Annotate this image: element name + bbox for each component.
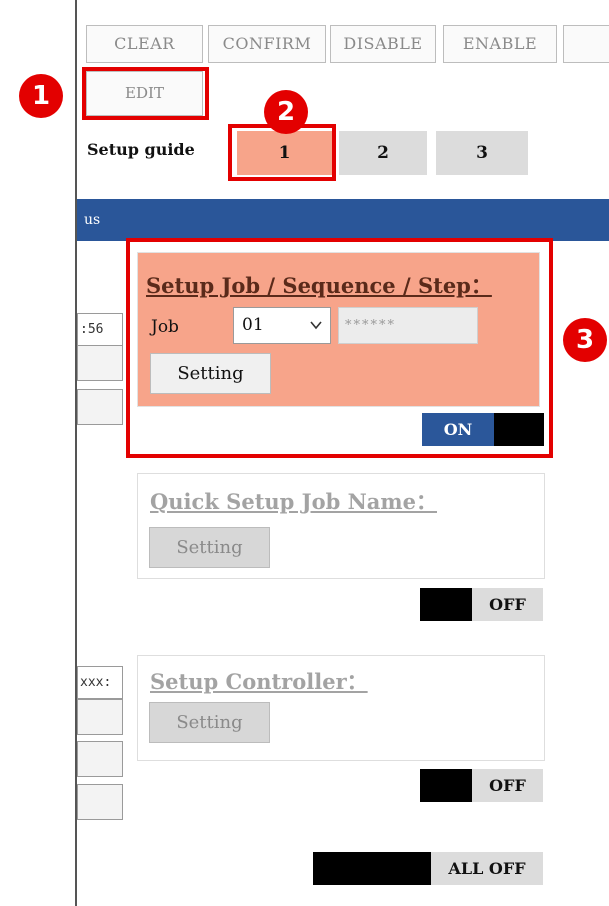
confirm-button[interactable]: CONFIRM xyxy=(208,25,326,63)
setup-step-2-button[interactable]: 2 xyxy=(339,131,427,175)
setup-controller-toggle-off[interactable]: OFF xyxy=(472,769,543,802)
setup-controller-title: Setup Controller： xyxy=(150,669,368,694)
annotation-marker-3: 3 xyxy=(563,318,607,362)
annotation-marker-2: 2 xyxy=(264,90,308,134)
setup-controller-setting-button[interactable]: Setting xyxy=(149,702,270,743)
left-panel-box[interactable] xyxy=(77,699,123,735)
left-panel-box[interactable] xyxy=(77,345,123,381)
setup-guide-label: Setup guide xyxy=(87,140,195,159)
quick-setup-title: Quick Setup Job Name： xyxy=(150,489,437,514)
left-panel-box[interactable] xyxy=(77,784,123,820)
left-time-field[interactable]: :56 xyxy=(77,313,123,346)
status-bar: us xyxy=(77,199,609,241)
all-off-toggle-knob[interactable] xyxy=(313,852,431,885)
toolbar-overflow-button[interactable] xyxy=(563,25,609,63)
quick-setup-toggle-off[interactable]: OFF xyxy=(472,588,543,621)
all-off-toggle[interactable]: ALL OFF xyxy=(431,852,543,885)
left-value-field[interactable]: xxx: xyxy=(77,666,123,699)
clear-button[interactable]: CLEAR xyxy=(86,25,203,63)
left-panel-box[interactable] xyxy=(77,389,123,425)
setup-controller-toggle-knob[interactable] xyxy=(420,769,472,802)
annotation-frame-edit xyxy=(82,67,209,120)
setup-step-3-button[interactable]: 3 xyxy=(436,131,528,175)
annotation-frame-setup-job xyxy=(126,238,553,458)
disable-button[interactable]: DISABLE xyxy=(330,25,436,63)
quick-setup-toggle-knob[interactable] xyxy=(420,588,472,621)
left-panel-box[interactable] xyxy=(77,741,123,777)
quick-setup-setting-button[interactable]: Setting xyxy=(149,527,270,568)
enable-button[interactable]: ENABLE xyxy=(443,25,557,63)
annotation-marker-1: 1 xyxy=(19,74,63,118)
